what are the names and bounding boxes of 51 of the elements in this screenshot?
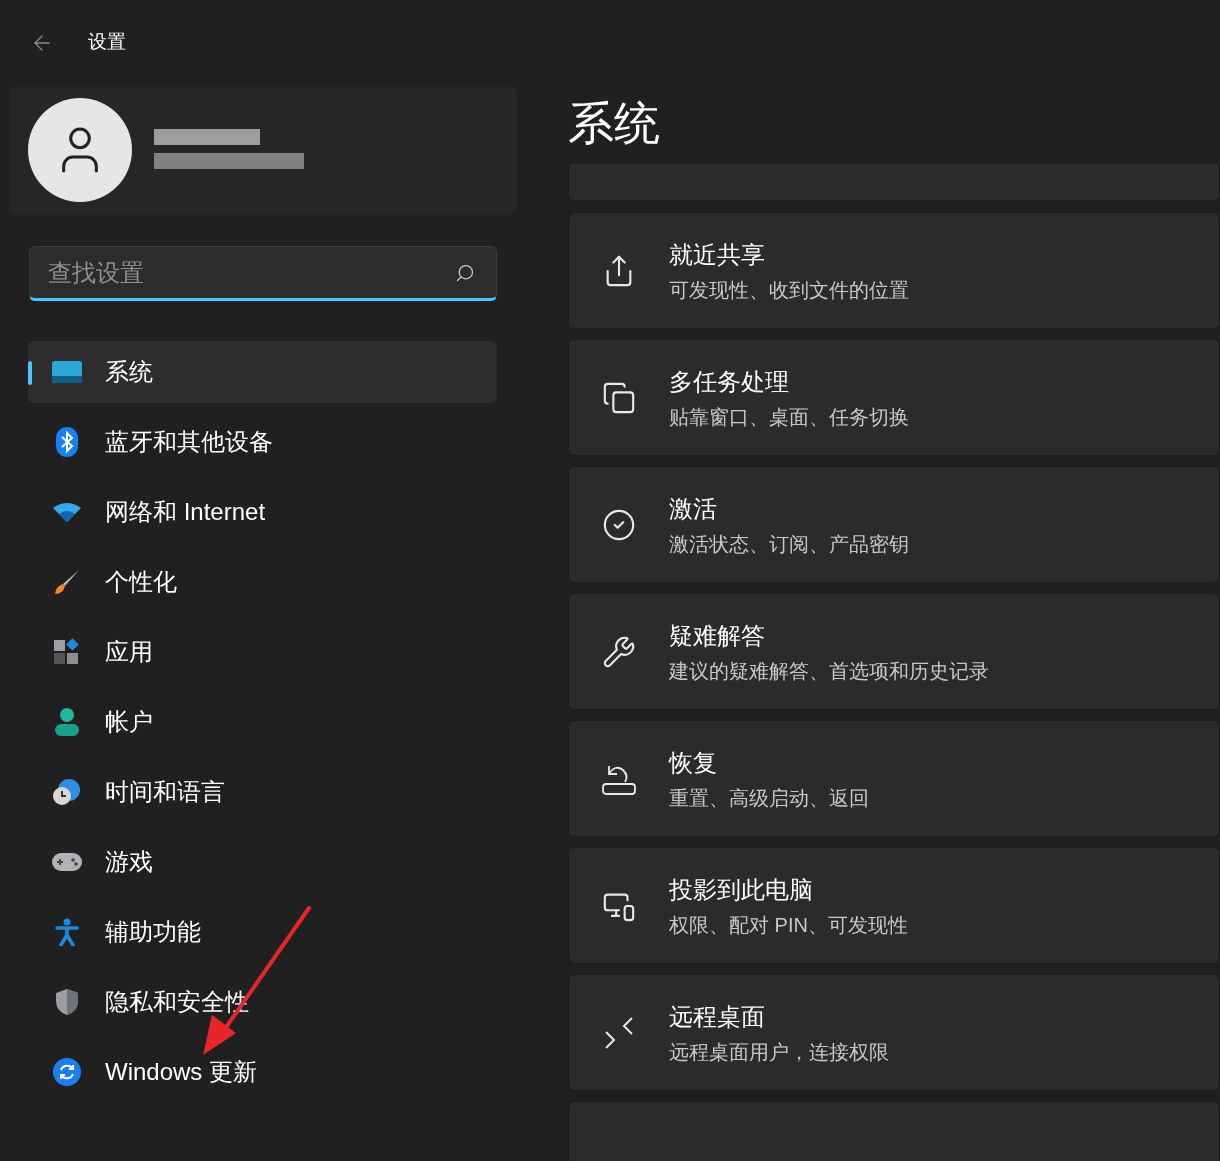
card-title: 远程桌面 — [669, 1001, 766, 1032]
nav-item[interactable]: 时间和语言 — [28, 761, 497, 823]
card-subtitle: 建议的疑难解答、首选项和历史记录 — [669, 658, 989, 684]
nav-item[interactable]: 蓝牙和其他设备 — [28, 411, 497, 473]
bluetooth-icon — [55, 427, 78, 457]
settings-card[interactable]: 就近共享 可发现性、收到文件的位置 — [568, 212, 1220, 329]
page-title: 系统 — [568, 100, 660, 146]
overlapping-squares-icon — [602, 380, 636, 415]
shield-icon — [54, 988, 79, 1016]
settings-card[interactable]: 激活 激活状态、订阅、产品密钥 — [568, 466, 1220, 583]
card-subtitle: 重置、高级启动、返回 — [669, 785, 869, 811]
settings-card[interactable]: 恢复 重置、高级启动、返回 — [568, 720, 1220, 837]
nav-item[interactable]: 游戏 — [28, 831, 497, 893]
search-field[interactable]: 查找设置 — [29, 246, 497, 301]
card-title: 就近共享 — [669, 239, 766, 270]
accessibility-icon — [54, 918, 79, 946]
gamepad-icon — [51, 851, 82, 873]
wrench-icon — [602, 634, 636, 669]
nav-item[interactable]: 个性化 — [28, 551, 497, 613]
card-title: 多任务处理 — [669, 366, 790, 397]
paintbrush-icon — [52, 568, 81, 596]
card-title: 恢复 — [669, 747, 718, 778]
wifi-icon — [52, 502, 81, 522]
selection-indicator — [28, 361, 32, 385]
settings-card[interactable]: 远程桌面 远程桌面用户，连接权限 — [568, 974, 1220, 1091]
person-icon — [54, 708, 79, 736]
nav-item[interactable]: 系统 — [28, 341, 497, 403]
nav-item[interactable]: Windows 更新 — [28, 1041, 497, 1103]
chevrons-icon — [602, 1015, 636, 1050]
window-title: 设置 — [88, 30, 126, 55]
card-subtitle: 激活状态、订阅、产品密钥 — [669, 531, 909, 557]
nav-item[interactable]: 帐户 — [28, 691, 497, 753]
globe-clock-icon — [51, 778, 82, 806]
card-subtitle: 可发现性、收到文件的位置 — [669, 277, 909, 303]
search-icon[interactable] — [455, 263, 475, 283]
card-subtitle: 远程桌面用户，连接权限 — [669, 1039, 889, 1065]
apps-icon — [52, 638, 81, 666]
card-subtitle: 贴靠窗口、桌面、任务切换 — [669, 404, 909, 430]
sync-icon — [52, 1058, 81, 1086]
display-icon — [51, 361, 82, 383]
nav-item[interactable]: 网络和 Internet — [28, 481, 497, 543]
settings-card[interactable]: 投影到此电脑 权限、配对 PIN、可发现性 — [568, 847, 1220, 964]
nav-item[interactable]: 应用 — [28, 621, 497, 683]
card-title: 投影到此电脑 — [669, 874, 814, 905]
settings-card[interactable]: 多任务处理 贴靠窗口、桌面、任务切换 — [568, 339, 1220, 456]
card-title: 疑难解答 — [669, 620, 766, 651]
settings-card[interactable]: 疑难解答 建议的疑难解答、首选项和历史记录 — [568, 593, 1220, 710]
card-title: 激活 — [669, 493, 718, 524]
nav-item[interactable]: 辅助功能 — [28, 901, 497, 963]
card-subtitle: 权限、配对 PIN、可发现性 — [669, 912, 908, 938]
check-circle-icon — [602, 507, 636, 542]
